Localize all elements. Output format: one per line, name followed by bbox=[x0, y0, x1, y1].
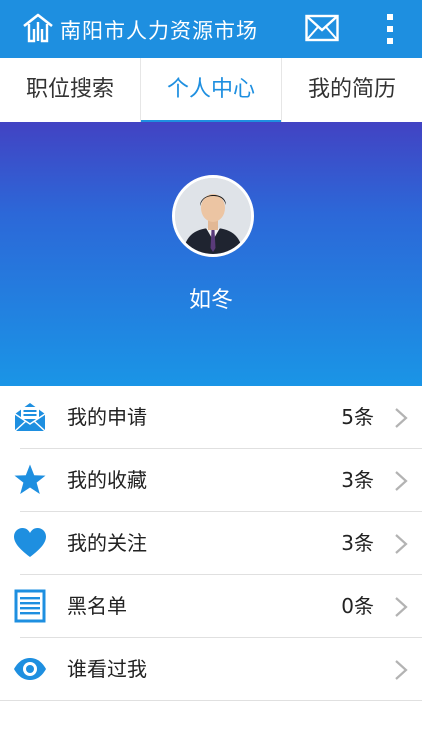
chevron-right-icon bbox=[395, 408, 408, 428]
chevron-right-icon bbox=[395, 471, 408, 491]
menu-item-who-viewed-me[interactable]: 谁看过我 bbox=[0, 638, 422, 701]
menu-item-count: 0条 bbox=[341, 594, 374, 618]
menu-item-count: 3条 bbox=[341, 468, 374, 492]
profile-name: 如冬 bbox=[188, 288, 233, 313]
tab-my-resume[interactable]: 我的简历 bbox=[282, 58, 422, 122]
house-logo-icon[interactable] bbox=[22, 12, 54, 44]
tab-label: 个人中心 bbox=[166, 77, 255, 102]
menu-item-my-applications[interactable]: 我的申请 5条 bbox=[0, 386, 422, 449]
app-title: 南阳市人力资源市场 bbox=[60, 19, 258, 43]
menu-item-label: 我的关注 bbox=[67, 531, 147, 555]
avatar[interactable] bbox=[172, 175, 254, 257]
chevron-right-icon bbox=[395, 660, 408, 680]
star-icon bbox=[14, 464, 46, 494]
chevron-right-icon bbox=[395, 597, 408, 617]
chevron-right-icon bbox=[395, 534, 408, 554]
menu-item-label: 谁看过我 bbox=[67, 657, 147, 681]
menu-item-label: 黑名单 bbox=[67, 594, 127, 618]
profile-header: 如冬 bbox=[0, 122, 422, 386]
menu-item-label: 我的收藏 bbox=[67, 468, 147, 492]
eye-icon bbox=[14, 658, 46, 680]
tab-label: 职位搜索 bbox=[25, 77, 114, 102]
tab-job-search[interactable]: 职位搜索 bbox=[0, 58, 140, 122]
heart-icon bbox=[14, 528, 46, 557]
app-header: 南阳市人力资源市场 bbox=[0, 0, 422, 58]
divider bbox=[0, 700, 422, 701]
avatar-photo bbox=[175, 178, 251, 254]
menu-list: 我的申请 5条 我的收藏 3条 我的关注 3条 黑名单 0条 谁看过我 bbox=[0, 386, 422, 701]
mail-icon[interactable] bbox=[305, 14, 339, 42]
menu-item-my-follows[interactable]: 我的关注 3条 bbox=[0, 512, 422, 575]
list-icon bbox=[14, 589, 46, 623]
tab-label: 我的简历 bbox=[307, 77, 396, 102]
tab-personal-center[interactable]: 个人中心 bbox=[141, 58, 281, 123]
envelope-message-icon bbox=[14, 403, 46, 432]
menu-item-blacklist[interactable]: 黑名单 0条 bbox=[0, 575, 422, 638]
menu-item-count: 5条 bbox=[341, 405, 374, 429]
tab-bar: 职位搜索 个人中心 我的简历 bbox=[0, 58, 422, 123]
menu-item-my-favorites[interactable]: 我的收藏 3条 bbox=[0, 449, 422, 512]
menu-item-label: 我的申请 bbox=[67, 405, 147, 429]
menu-item-count: 3条 bbox=[341, 531, 374, 555]
more-vertical-icon[interactable] bbox=[380, 12, 400, 46]
